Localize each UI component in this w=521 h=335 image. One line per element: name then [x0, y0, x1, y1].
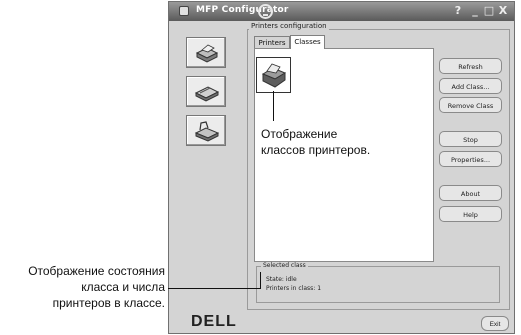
- nav-printers-button[interactable]: [186, 37, 226, 68]
- group-label: Printers configuration: [249, 22, 329, 30]
- window-title: MFP Configurator: [196, 5, 289, 15]
- annotation-line: Отображение: [261, 127, 338, 141]
- refresh-button[interactable]: Refresh: [439, 58, 502, 74]
- annotation-line: классов принтеров.: [261, 143, 371, 157]
- tab-classes[interactable]: Classes: [290, 35, 325, 49]
- exit-button[interactable]: Exit: [481, 316, 509, 331]
- app-icon: [179, 6, 189, 16]
- add-class-button[interactable]: Add Class...: [439, 78, 502, 94]
- class-status-annotation: Отображение состояния класса и числа при…: [0, 263, 165, 311]
- minimize-button[interactable]: _: [468, 4, 482, 18]
- class-state-text: State: idle: [266, 276, 297, 283]
- stop-button[interactable]: Stop: [439, 131, 502, 147]
- close-button[interactable]: X: [496, 4, 510, 18]
- properties-button[interactable]: Properties...: [439, 151, 502, 167]
- fax-icon: [194, 121, 220, 142]
- remove-class-button[interactable]: Remove Class: [439, 97, 502, 113]
- about-button[interactable]: About: [439, 185, 502, 201]
- callout-line-left-vertical: [260, 272, 261, 289]
- printers-in-class-text: Printers in class: 1: [266, 285, 322, 292]
- maximize-button[interactable]: □: [482, 4, 496, 18]
- title-bar[interactable]: MFP Configurator ? _ □ X: [169, 2, 514, 21]
- dell-logo: DELL: [191, 313, 237, 330]
- class-list-item[interactable]: [256, 57, 291, 93]
- nav-fax-button[interactable]: [186, 115, 226, 146]
- callout-line-left: [168, 288, 261, 289]
- selected-class-label: Selected class: [261, 262, 308, 269]
- dell-logo-icon: [258, 4, 273, 19]
- classes-display-annotation: Отображение классов принтеров.: [261, 126, 370, 158]
- nav-scanners-button[interactable]: [186, 76, 226, 107]
- help-button[interactable]: Help: [439, 206, 502, 222]
- annotation-line: класса и числа: [81, 280, 165, 294]
- help-window-button[interactable]: ?: [451, 4, 465, 18]
- annotation-line: Отображение состояния: [28, 264, 165, 278]
- printer-class-icon: [261, 63, 287, 88]
- callout-line-top: [273, 91, 274, 121]
- annotation-line: принтеров в классе.: [52, 296, 165, 310]
- printer-icon: [195, 44, 219, 63]
- mfp-configurator-window: MFP Configurator ? _ □ X Printers config…: [168, 1, 515, 334]
- scanner-icon: [194, 86, 220, 102]
